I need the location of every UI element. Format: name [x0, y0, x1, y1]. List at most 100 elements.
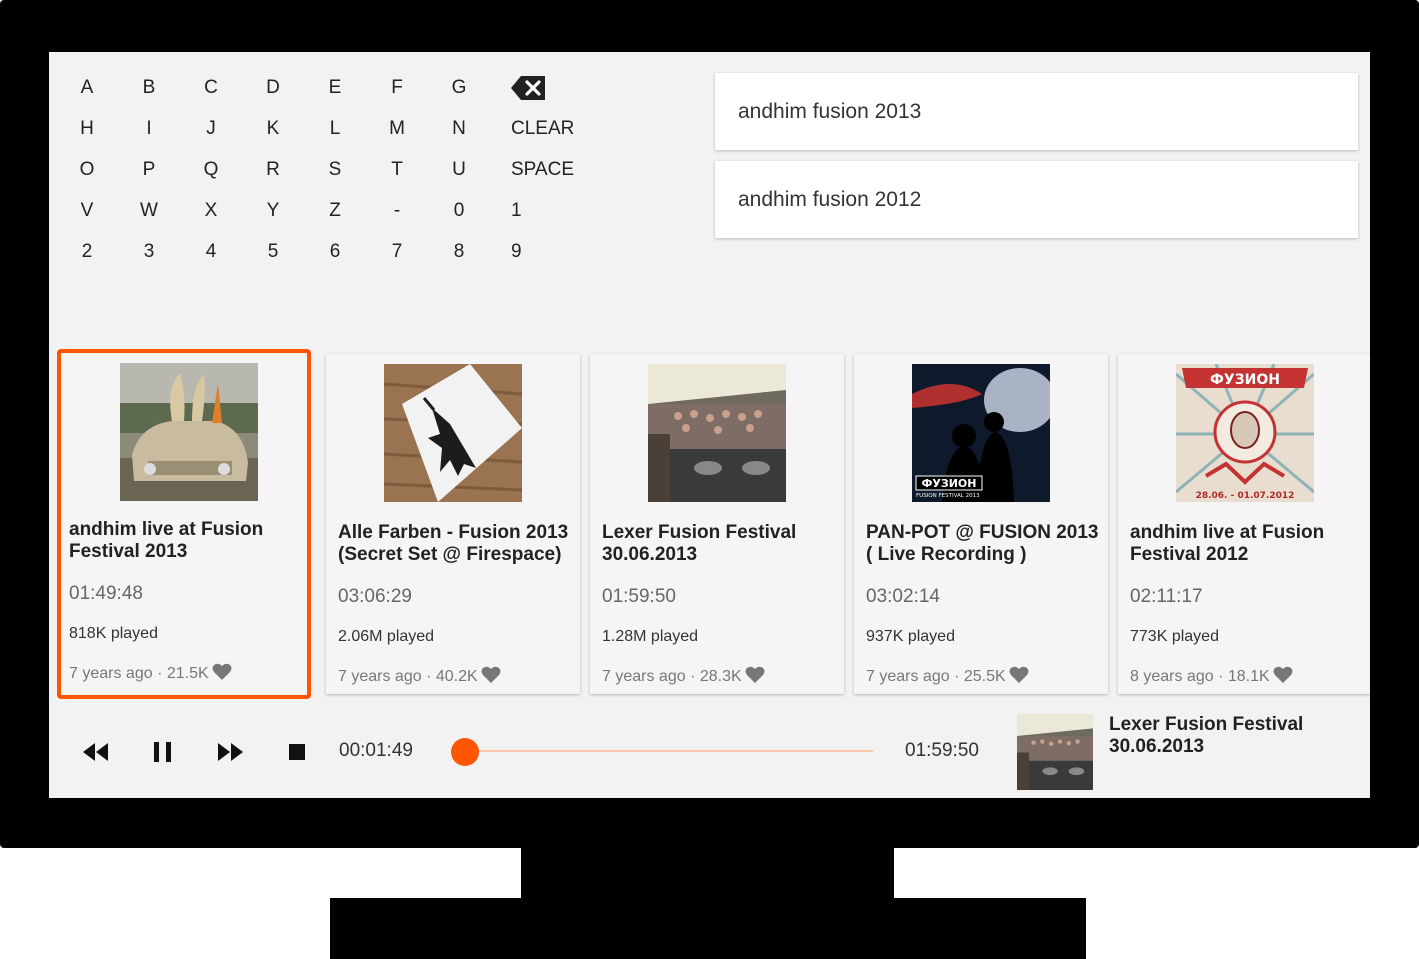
- result-card[interactable]: ФУЗИОН 28.06. - 01.07.2012 andhim live a…: [1118, 354, 1370, 694]
- card-play-count: 818K played: [69, 625, 158, 642]
- key-l[interactable]: L: [304, 111, 366, 147]
- key-3[interactable]: 3: [118, 234, 180, 270]
- card-meta: 8 years ago · 18.1K: [1130, 666, 1293, 686]
- card-likes: 18.1K: [1227, 668, 1270, 685]
- search-suggestion[interactable]: andhim fusion 2013: [715, 73, 1358, 150]
- pause-icon[interactable]: [147, 737, 179, 767]
- result-card[interactable]: Alle Farben - Fusion 2013 (Secret Set @ …: [326, 354, 580, 694]
- key-h[interactable]: H: [56, 111, 118, 147]
- key-x[interactable]: X: [180, 193, 242, 229]
- card-play-count: 1.28M played: [602, 628, 699, 645]
- card-meta: 7 years ago · 21.5K: [69, 663, 232, 683]
- key-a[interactable]: A: [56, 70, 118, 106]
- card-meta: 7 years ago · 25.5K: [866, 666, 1029, 686]
- key-space[interactable]: SPACE: [511, 152, 601, 188]
- artwork-logo-text: ФУЗИОН: [922, 477, 977, 490]
- meta-separator: ·: [954, 668, 960, 685]
- key-6[interactable]: 6: [304, 234, 366, 270]
- heart-icon: [212, 663, 232, 680]
- card-thumbnail: [120, 363, 258, 501]
- key-r[interactable]: R: [242, 152, 304, 188]
- heart-icon: [1273, 666, 1293, 683]
- card-play-count: 937K played: [866, 628, 955, 645]
- key-2[interactable]: 2: [56, 234, 118, 270]
- rewind-icon[interactable]: [80, 737, 112, 767]
- key-dash[interactable]: -: [366, 193, 428, 229]
- tv-stand-base: [330, 898, 1086, 959]
- card-title: Alle Farben - Fusion 2013 (Secret Set @ …: [338, 522, 569, 565]
- card-duration: 02:11:17: [1130, 586, 1203, 607]
- key-e[interactable]: E: [304, 70, 366, 106]
- elapsed-time: 00:01:49: [339, 740, 413, 761]
- card-thumbnail: ФУЗИОН FUSION FESTIVAL 2013: [912, 364, 1050, 502]
- key-7[interactable]: 7: [366, 234, 428, 270]
- card-age: 7 years ago: [338, 668, 422, 685]
- artwork-dates-text: 28.06. - 01.07.2012: [1196, 491, 1295, 501]
- key-b[interactable]: B: [118, 70, 180, 106]
- key-clear[interactable]: CLEAR: [511, 111, 601, 147]
- search-suggestion[interactable]: andhim fusion 2012: [715, 161, 1358, 238]
- key-q[interactable]: Q: [180, 152, 242, 188]
- key-i[interactable]: I: [118, 111, 180, 147]
- key-9[interactable]: 9: [511, 234, 601, 270]
- artwork-sub-text: FUSION FESTIVAL 2013: [916, 493, 980, 499]
- card-age: 7 years ago: [602, 668, 686, 685]
- key-k[interactable]: K: [242, 111, 304, 147]
- key-4[interactable]: 4: [180, 234, 242, 270]
- card-title: andhim live at Fusion Festival 2012: [1130, 522, 1325, 565]
- progress-track[interactable]: [459, 750, 873, 752]
- key-t[interactable]: T: [366, 152, 428, 188]
- tv-stand-neck: [521, 846, 894, 902]
- card-likes: 40.2K: [435, 668, 478, 685]
- heart-icon: [481, 666, 501, 683]
- key-y[interactable]: Y: [242, 193, 304, 229]
- key-o[interactable]: O: [56, 152, 118, 188]
- tv-screen: A B C D E F G H I J K L M N CLEAR O P Q R S T U SPACE V W X Y Z -0 1 2…: [49, 52, 1370, 798]
- card-likes: 28.3K: [699, 668, 742, 685]
- result-card[interactable]: andhim live at Fusion Festival 2013 01:4…: [57, 349, 311, 699]
- key-w[interactable]: W: [118, 193, 180, 229]
- backspace-icon[interactable]: [511, 74, 547, 102]
- key-z[interactable]: Z: [304, 193, 366, 229]
- card-age: 7 years ago: [69, 665, 153, 682]
- card-play-count: 773K played: [1130, 628, 1219, 645]
- result-card[interactable]: ФУЗИОН FUSION FESTIVAL 2013 PAN-POT @ FU…: [854, 354, 1108, 694]
- card-title: Lexer Fusion Festival 30.06.2013: [602, 522, 797, 565]
- key-p[interactable]: P: [118, 152, 180, 188]
- now-playing-thumbnail: [1017, 714, 1093, 790]
- now-playing-title: Lexer Fusion Festival 30.06.2013: [1109, 714, 1304, 757]
- meta-separator: ·: [690, 668, 696, 685]
- progress-knob[interactable]: [451, 738, 480, 766]
- key-n[interactable]: N: [428, 111, 490, 147]
- key-f[interactable]: F: [366, 70, 428, 106]
- key-c[interactable]: C: [180, 70, 242, 106]
- card-duration: 01:49:48: [69, 583, 143, 604]
- card-age: 7 years ago: [866, 668, 950, 685]
- key-j[interactable]: J: [180, 111, 242, 147]
- key-u[interactable]: U: [428, 152, 490, 188]
- key-8[interactable]: 8: [428, 234, 490, 270]
- card-duration: 03:06:29: [338, 586, 412, 607]
- key-m[interactable]: M: [366, 111, 428, 147]
- card-duration: 03:02:14: [866, 586, 940, 607]
- card-thumbnail: [384, 364, 522, 502]
- stop-icon[interactable]: [281, 737, 313, 767]
- key-v[interactable]: V: [56, 193, 118, 229]
- result-card[interactable]: Lexer Fusion Festival 30.06.2013 01:59:5…: [590, 354, 844, 694]
- meta-separator: ·: [1218, 668, 1224, 685]
- key-1[interactable]: 1: [511, 193, 601, 229]
- total-time: 01:59:50: [905, 740, 979, 761]
- key-0[interactable]: 0: [428, 193, 490, 229]
- key-g[interactable]: G: [428, 70, 490, 106]
- card-meta: 7 years ago · 40.2K: [338, 666, 501, 686]
- heart-icon: [1009, 666, 1029, 683]
- key-5[interactable]: 5: [242, 234, 304, 270]
- card-title: andhim live at Fusion Festival 2013: [69, 519, 264, 562]
- key-s[interactable]: S: [304, 152, 366, 188]
- fast-forward-icon[interactable]: [214, 737, 246, 767]
- key-d[interactable]: D: [242, 70, 304, 106]
- artwork-logo-text: ФУЗИОН: [1210, 372, 1280, 388]
- card-age: 8 years ago: [1130, 668, 1214, 685]
- card-thumbnail: ФУЗИОН 28.06. - 01.07.2012: [1176, 364, 1314, 502]
- heart-icon: [745, 666, 765, 683]
